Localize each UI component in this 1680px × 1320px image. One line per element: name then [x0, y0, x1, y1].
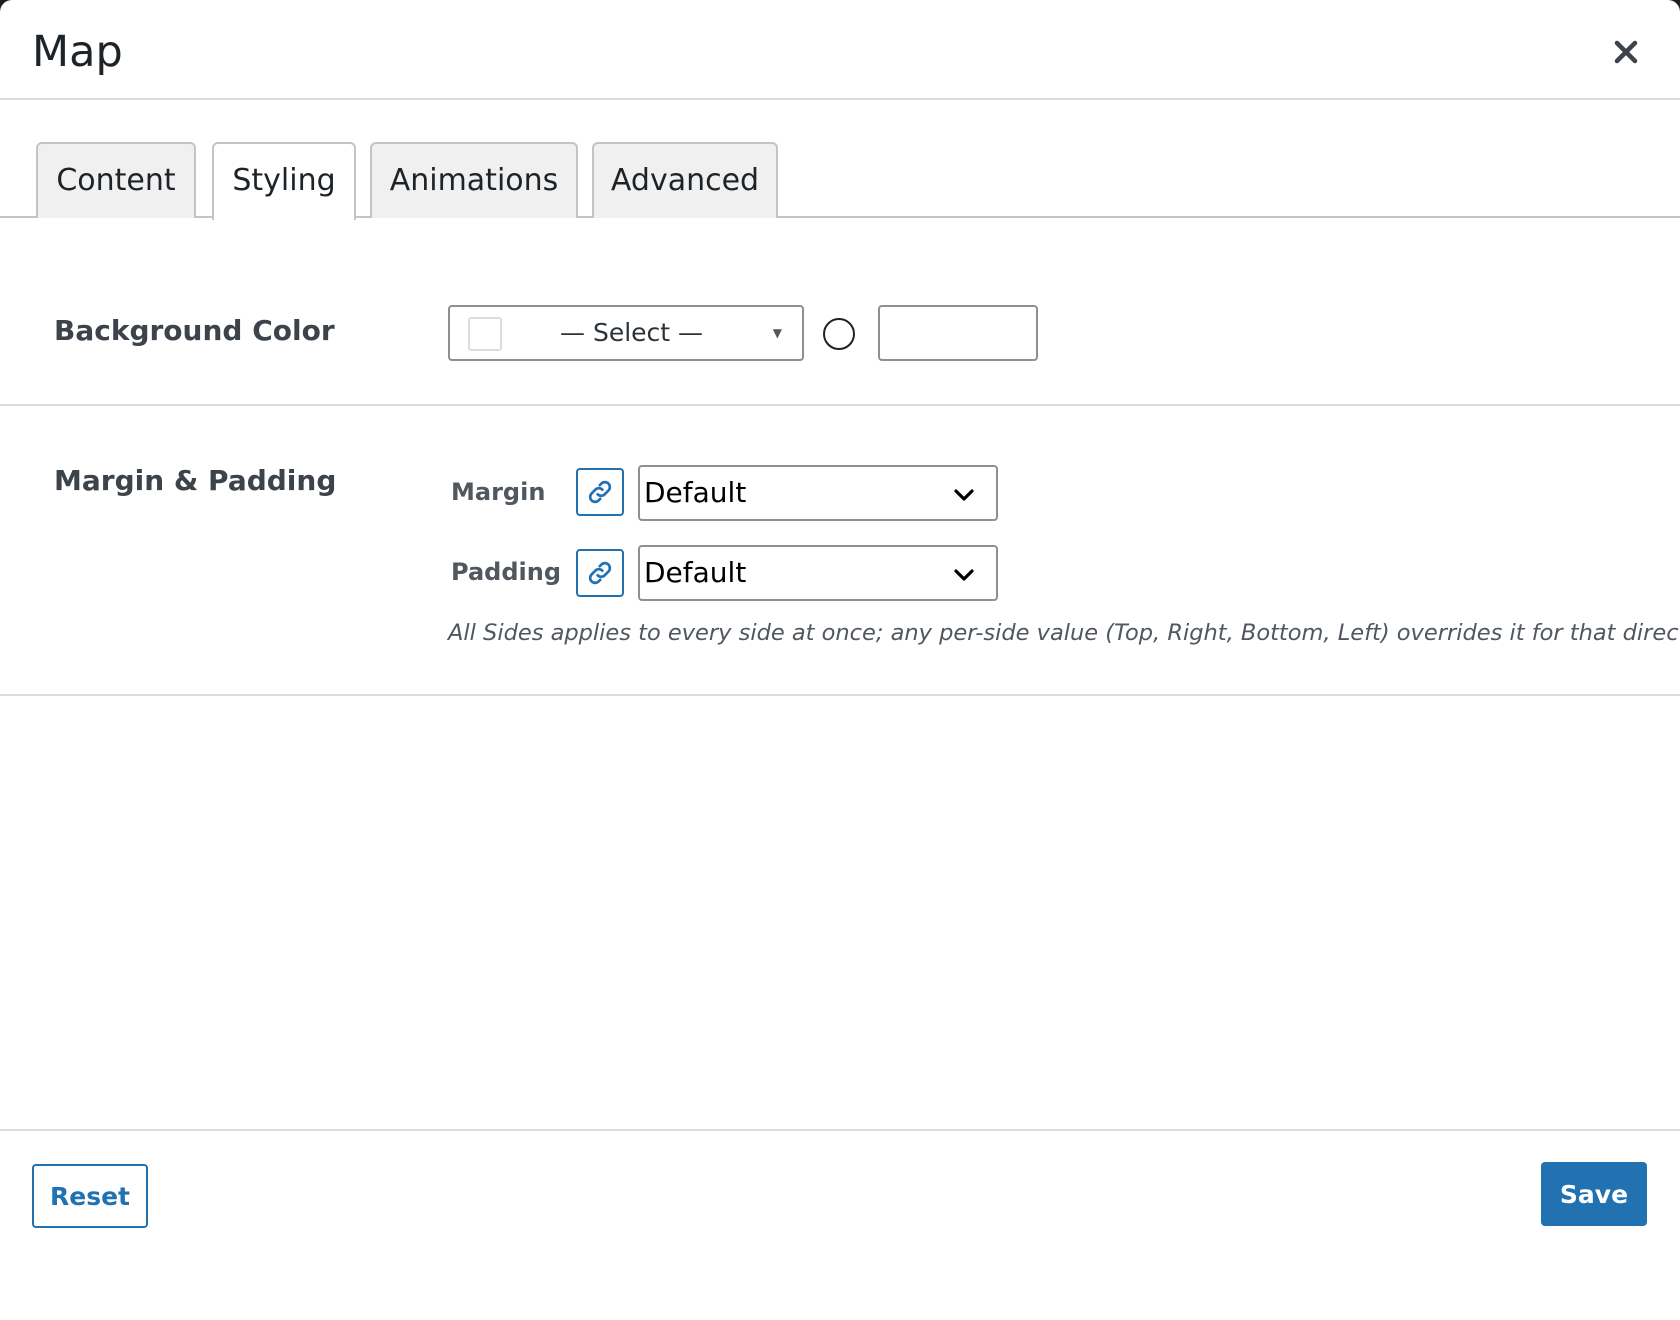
- margin-link-button[interactable]: [576, 468, 624, 516]
- background-color-row: Background Color: [0, 218, 1680, 406]
- tab-animations[interactable]: Animations: [370, 142, 578, 218]
- select-placeholder: — Select —: [560, 318, 704, 347]
- padding-label: Padding: [451, 558, 561, 586]
- tab-advanced[interactable]: Advanced: [592, 142, 778, 218]
- spacing-help-text: All Sides applies to every side at once;…: [448, 620, 1680, 646]
- modal-dialog: Map Content Styling Animations Advanced …: [0, 0, 1680, 1320]
- chevron-down-icon: [954, 569, 974, 581]
- custom-color-input[interactable]: [878, 305, 1038, 361]
- reset-button[interactable]: Reset: [32, 1164, 148, 1228]
- link-icon: [588, 561, 612, 585]
- background-color-select[interactable]: — Select — ▼: [448, 305, 804, 361]
- color-picker-circle[interactable]: [823, 318, 855, 350]
- tab-content[interactable]: Content: [36, 142, 196, 218]
- padding-select[interactable]: Default: [638, 545, 998, 601]
- tab-bar: Content Styling Animations Advanced: [0, 100, 1680, 220]
- background-color-label: Background Color: [54, 314, 335, 347]
- margin-select[interactable]: Default: [638, 465, 998, 521]
- tab-styling[interactable]: Styling: [212, 142, 356, 220]
- color-swatch: [468, 317, 502, 351]
- caret-down-icon: ▼: [772, 326, 782, 340]
- modal-footer: Reset Save: [0, 1129, 1680, 1320]
- close-icon: [1614, 40, 1638, 64]
- padding-select-value: Default: [644, 556, 747, 589]
- save-button[interactable]: Save: [1541, 1162, 1647, 1226]
- link-icon: [588, 480, 612, 504]
- padding-link-button[interactable]: [576, 549, 624, 597]
- chevron-down-icon: [954, 489, 974, 501]
- modal-header: Map: [0, 0, 1680, 100]
- margin-select-value: Default: [644, 476, 747, 509]
- margin-padding-label: Margin & Padding: [54, 464, 337, 497]
- margin-label: Margin: [451, 478, 546, 506]
- modal-title: Map: [32, 27, 123, 77]
- close-button[interactable]: [1606, 32, 1646, 72]
